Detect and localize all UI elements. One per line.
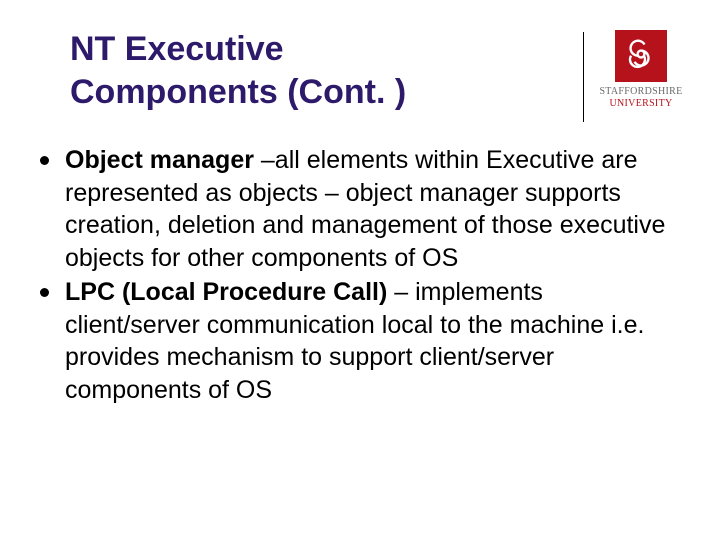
slide-content: Object manager –all elements within Exec… [70,144,684,406]
list-item: LPC (Local Procedure Call) – implements … [70,276,684,406]
bullet-bold: Object manager [65,146,261,174]
title-line-1: NT Executive [70,28,567,71]
logo-badge [615,30,667,82]
bullet-bold: LPC (Local Procedure Call) [65,278,394,306]
biohazard-icon [624,37,658,76]
bullet-text: LPC (Local Procedure Call) – implements … [65,276,684,406]
university-logo: STAFFORDSHIRE UNIVERSITY [598,28,684,110]
logo-sub: UNIVERSITY [599,98,682,110]
bullet-icon [40,288,49,297]
header-divider [583,32,584,122]
bullet-text: Object manager –all elements within Exec… [65,144,684,274]
list-item: Object manager –all elements within Exec… [70,144,684,274]
slide-header: NT Executive Components (Cont. ) [70,28,684,122]
logo-text: STAFFORDSHIRE UNIVERSITY [599,86,682,110]
title-line-2: Components (Cont. ) [70,71,567,114]
bullet-icon [40,156,49,165]
slide: NT Executive Components (Cont. ) [0,0,720,540]
slide-title: NT Executive Components (Cont. ) [70,28,575,113]
logo-brand: STAFFORDSHIRE [599,86,682,98]
